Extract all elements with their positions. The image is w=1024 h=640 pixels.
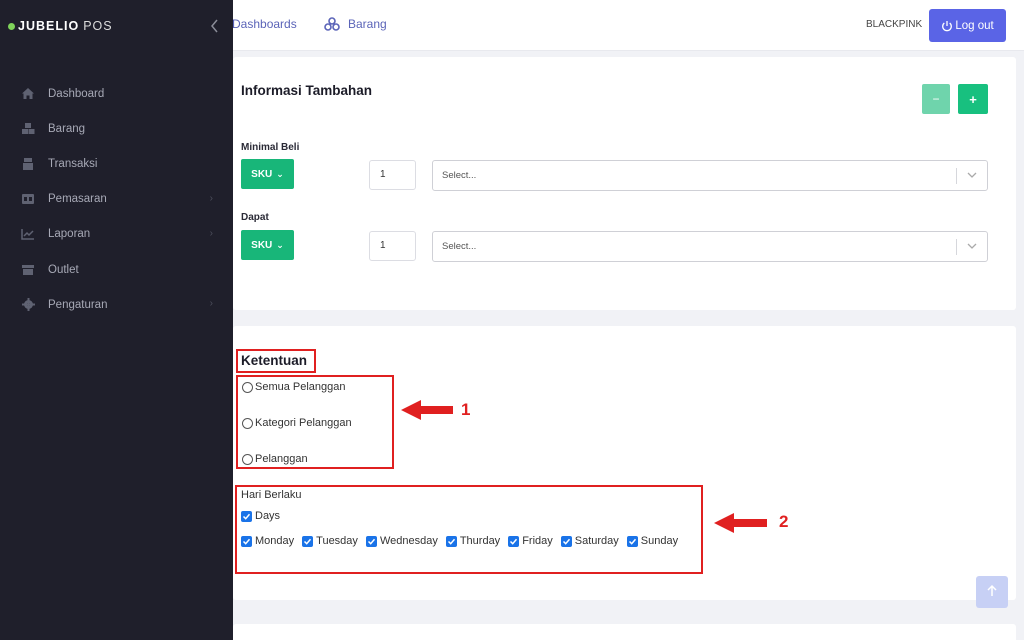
sidebar-item-label: Pengaturan: [48, 298, 108, 311]
gear-icon: [20, 297, 36, 313]
annotation-arrow-icon: [401, 400, 453, 420]
sidebar-item-label: Barang: [48, 122, 86, 135]
add-row-button[interactable]: +: [958, 84, 988, 114]
arrow-up-icon: [986, 584, 998, 601]
annotation-number-1: 1: [461, 400, 471, 419]
chevron-down-icon: ⌄: [276, 168, 284, 179]
ad-icon: [20, 191, 36, 207]
chevron-right-icon: ›: [209, 298, 213, 310]
sidebar-item-outlet[interactable]: Outlet: [0, 252, 233, 287]
remove-row-button[interactable]: −: [922, 84, 950, 114]
logo-dot-icon: [8, 22, 15, 30]
annotation-title-box: [236, 349, 316, 373]
boxes-icon: [20, 121, 36, 137]
chevron-right-icon: ›: [209, 192, 213, 204]
minimal-beli-select[interactable]: Select...: [432, 160, 988, 191]
sidebar-item-label: Outlet: [48, 263, 79, 276]
sidebar-item-label: Transaksi: [48, 157, 98, 170]
topbar-link-label: Barang: [348, 17, 387, 31]
dapat-select[interactable]: Select...: [432, 231, 988, 262]
select-placeholder: Select...: [442, 170, 477, 181]
dapat-qty-input[interactable]: 1: [369, 231, 416, 261]
user-name[interactable]: BLACKPINK: [866, 19, 922, 30]
sidebar-item-barang[interactable]: Barang: [0, 111, 233, 146]
select-separator: [956, 239, 957, 255]
brand-suffix: POS: [83, 19, 113, 33]
sidebar-item-pemasaran[interactable]: Pemasaran ›: [0, 182, 233, 217]
sidebar: JUBELIO POS Dashboard Barang Transaksi P…: [0, 0, 233, 640]
annotation-box-1: [236, 375, 394, 469]
logout-button[interactable]: Log out: [929, 9, 1006, 42]
topbar: Dashboards Barang BLACKPINK Log out: [232, 0, 1024, 51]
sku-label: SKU: [251, 168, 273, 180]
scroll-to-top-button[interactable]: [976, 576, 1008, 608]
annotation-box-2: [235, 485, 703, 574]
collapse-sidebar-icon[interactable]: [208, 17, 222, 35]
sidebar-item-transaksi[interactable]: Transaksi: [0, 146, 233, 181]
chevron-right-icon: ›: [209, 227, 213, 239]
dapat-label: Dapat: [241, 212, 269, 223]
topbar-link-barang[interactable]: Barang: [324, 17, 387, 31]
topbar-link-dashboards[interactable]: Dashboards: [232, 17, 297, 31]
sidebar-item-label: Dashboard: [48, 87, 105, 100]
sidebar-item-label: Laporan: [48, 228, 91, 241]
info-title: Informasi Tambahan: [241, 83, 373, 98]
annotation-arrow-icon: [714, 513, 767, 533]
sidebar-item-dashboard[interactable]: Dashboard: [0, 76, 233, 111]
chevron-down-icon: ⌄: [276, 239, 284, 250]
select-placeholder: Select...: [442, 241, 477, 252]
brand-name: JUBELIO: [18, 19, 80, 33]
cashier-icon: [20, 156, 36, 172]
minimal-beli-qty-input[interactable]: 1: [369, 160, 416, 190]
minimal-beli-label: Minimal Beli: [241, 142, 300, 153]
next-card: [233, 624, 1016, 640]
power-icon: [941, 20, 953, 32]
chevron-down-icon: [965, 238, 979, 254]
sku-dropdown-button[interactable]: SKU ⌄: [241, 230, 294, 260]
logout-label: Log out: [955, 19, 994, 32]
annotation-number-2: 2: [779, 512, 789, 531]
chevron-down-icon: [965, 167, 979, 183]
topbar-link-label: Dashboards: [232, 17, 297, 31]
sidebar-item-laporan[interactable]: Laporan ›: [0, 217, 233, 252]
sidebar-item-pengaturan[interactable]: Pengaturan ›: [0, 287, 233, 322]
sidebar-item-label: Pemasaran: [48, 193, 107, 206]
home-icon: [20, 86, 36, 102]
chart-line-icon: [20, 226, 36, 242]
select-separator: [956, 168, 957, 184]
sku-dropdown-button[interactable]: SKU ⌄: [241, 159, 294, 189]
store-icon: [20, 262, 36, 278]
sku-label: SKU: [251, 239, 273, 251]
info-card: Informasi Tambahan − + Minimal Beli SKU …: [233, 57, 1016, 310]
boxes-icon: [324, 17, 340, 31]
brand-logo[interactable]: JUBELIO POS: [8, 18, 113, 34]
sidebar-nav: Dashboard Barang Transaksi Pemasaran › L…: [0, 76, 233, 322]
